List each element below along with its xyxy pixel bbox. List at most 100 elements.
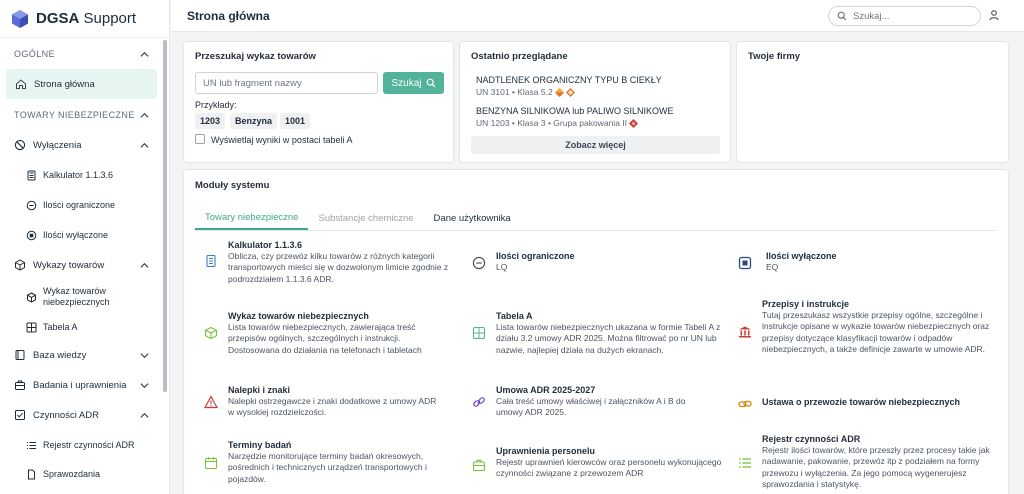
sidebar-item-exemptions[interactable]: Wyłączenia xyxy=(0,130,169,160)
goods-search-card: Przeszukaj wykaz towarów Szukaj Przykład… xyxy=(183,41,454,163)
hazard-diamond-icon xyxy=(554,87,564,97)
recent-item-meta: UN 3101 • Klasa 5.2 xyxy=(476,87,575,97)
examples-label: Przykłady: xyxy=(195,100,237,110)
logo-icon xyxy=(12,9,28,28)
calendar-icon xyxy=(204,457,218,470)
list-icon xyxy=(27,441,36,449)
module-table-a[interactable]: Tabela A Lista towarów niebezpiecznych u… xyxy=(472,311,727,361)
sidebar-item-label: Tabela A xyxy=(43,322,78,332)
tab-user-data[interactable]: Dane użytkownika xyxy=(424,206,521,230)
example-chip[interactable]: 1001 xyxy=(280,113,311,129)
chevron-up-icon xyxy=(140,112,149,118)
section-dangerous-goods[interactable]: TOWARY NIEBEZPIECZNE xyxy=(0,100,169,130)
card-title: Moduły systemu xyxy=(195,180,270,191)
recent-item-name[interactable]: BENZYNA SILNIKOWA lub PALIWO SILNIKOWE xyxy=(476,106,674,116)
sidebar-item-limited-quantities[interactable]: Ilości ograniczone xyxy=(0,190,169,220)
module-excepted-quantities[interactable]: Ilości wyłączone EQ xyxy=(738,250,958,276)
chevron-down-icon xyxy=(140,382,149,388)
hazard-diamond-icon xyxy=(565,87,575,97)
recent-item-meta: UN 1203 • Klasa 3 • Grupa pakowania II xyxy=(476,118,639,128)
sidebar-item-label: Czynności ADR xyxy=(33,409,99,421)
calculator-icon xyxy=(206,254,216,268)
module-limited-quantities[interactable]: Ilości ograniczone LQ xyxy=(472,250,692,276)
sidebar-item-table-a[interactable]: Tabela A xyxy=(0,314,169,340)
tabs-divider xyxy=(195,230,997,231)
home-icon xyxy=(16,79,26,89)
module-adr-agreement[interactable]: Umowa ADR 2025-2027 Cała treść umowy wła… xyxy=(472,385,722,423)
module-desc: Rejestr ilości towarów, które przeszły p… xyxy=(762,445,990,490)
firms-card: Twoje firmy xyxy=(736,41,1009,163)
stop-square-icon xyxy=(738,256,752,270)
sidebar-item-label: Strona główna xyxy=(34,78,95,90)
example-chip[interactable]: 1203 xyxy=(195,113,226,129)
briefcase-icon xyxy=(15,380,25,390)
sidebar-item-dg-list[interactable]: Wykaz towarów niebezpiecznych xyxy=(0,280,169,314)
tab-chemical-substances[interactable]: Substancje chemiczne xyxy=(308,206,423,230)
sidebar-item-label: Wykaz towarów niebezpiecznych xyxy=(43,286,110,307)
box-icon xyxy=(27,291,36,303)
section-general-label: OGÓLNE xyxy=(14,49,55,59)
module-desc: Rejestr uprawnień kierowców oraz persone… xyxy=(496,457,722,479)
table-icon xyxy=(26,322,37,332)
search-icon xyxy=(426,78,435,88)
module-title: Przepisy i instrukcje xyxy=(762,299,850,309)
module-desc: Nalepki ostrzegawcze i znaki dodatkowe z… xyxy=(228,396,437,418)
example-chip[interactable]: Benzyna xyxy=(230,113,278,129)
module-title: Uprawnienia personelu xyxy=(496,446,596,456)
see-more-button[interactable]: Zobacz więcej xyxy=(471,136,720,154)
chevron-up-icon xyxy=(140,412,149,418)
sidebar-item-knowledge-base[interactable]: Baza wiedzy xyxy=(0,340,169,370)
module-labels[interactable]: Nalepki i znaki Nalepki ostrzegawcze i z… xyxy=(204,385,449,423)
modules-card: Moduły systemu Towary niebezpieczne Subs… xyxy=(183,169,1009,494)
sidebar-item-goods-lists[interactable]: Wykazy towarów xyxy=(0,250,169,280)
global-search-input[interactable] xyxy=(853,10,973,22)
sidebar-item-research[interactable]: Badania i uprawnienia xyxy=(0,370,169,400)
section-general[interactable]: OGÓLNE xyxy=(0,39,169,69)
sidebar-item-excepted-quantities[interactable]: Ilości wyłączone xyxy=(0,220,169,250)
module-title: Wykaz towarów niebezpiecznych xyxy=(228,311,369,321)
module-regulations[interactable]: Przepisy i instrukcje Tutaj przeszukasz … xyxy=(738,299,1003,371)
module-desc: EQ xyxy=(766,262,779,272)
tab-dangerous-goods[interactable]: Towary niebezpieczne xyxy=(195,206,309,230)
card-title: Przeszukaj wykaz towarów xyxy=(195,51,316,62)
sidebar-item-home[interactable]: Strona główna xyxy=(6,69,157,99)
sidebar-item-label: Kalkulator 1.1.3.6 xyxy=(43,170,114,180)
module-title: Ustawa o przewozie towarów niebezpieczny… xyxy=(762,397,961,407)
sidebar-item-adr-register[interactable]: Rejestr czynności ADR xyxy=(0,430,169,460)
recent-item-name[interactable]: NADTLENEK ORGANICZNY TYPU B CIEKŁY xyxy=(476,75,662,85)
sidebar-item-adr-activities[interactable]: Czynności ADR xyxy=(0,400,169,430)
goods-search-button[interactable]: Szukaj xyxy=(383,72,444,94)
sidebar-item-label: Ilości wyłączone xyxy=(43,230,109,240)
module-dg-act[interactable]: Ustawa o przewozie towarów niebezpieczny… xyxy=(738,395,1003,413)
minus-circle-icon xyxy=(472,256,486,270)
module-adr-register[interactable]: Rejestr czynności ADR Rejestr ilości tow… xyxy=(738,434,1003,494)
global-search[interactable] xyxy=(828,6,981,26)
hazard-diamond-icon xyxy=(629,118,639,128)
user-icon[interactable] xyxy=(988,9,1000,21)
table-a-checkbox[interactable] xyxy=(195,134,205,144)
stop-circle-icon xyxy=(26,230,37,240)
module-title: Rejestr czynności ADR xyxy=(762,434,861,444)
module-inspections[interactable]: Terminy badań Narzędzie monitorujące ter… xyxy=(204,440,449,490)
card-title: Twoje firmy xyxy=(748,51,801,62)
module-dg-list[interactable]: Wykaz towarów niebezpiecznych Lista towa… xyxy=(204,311,449,361)
table-a-checkbox-label: Wyświetlaj wyniki w postaci tabeli A xyxy=(211,135,353,145)
sidebar-item-label: Wykazy towarów xyxy=(33,259,105,271)
top-header: Strona główna xyxy=(171,0,1024,32)
sidebar-item-label: Ilości ograniczone xyxy=(43,200,116,210)
recent-card: Ostatnio przeglądane NADTLENEK ORGANICZN… xyxy=(459,41,731,163)
app-logo[interactable]: DGSA Support xyxy=(0,0,169,38)
recent-item-meta-text: UN 3101 • Klasa 5.2 xyxy=(476,87,553,97)
card-title: Ostatnio przeglądane xyxy=(471,51,568,62)
module-desc: Narzędzie monitorujące terminy badań okr… xyxy=(228,451,427,484)
goods-search-input[interactable] xyxy=(195,72,378,94)
checklist-icon xyxy=(15,410,25,420)
search-icon xyxy=(837,11,847,21)
sidebar-item-reports[interactable]: Sprawozdania xyxy=(0,460,169,488)
module-personnel[interactable]: Uprawnienia personelu Rejestr uprawnień … xyxy=(472,446,722,486)
module-calculator[interactable]: Kalkulator 1.1.3.6 Oblicza, czy przewóz … xyxy=(204,240,449,288)
sidebar-item-calculator[interactable]: Kalkulator 1.1.3.6 xyxy=(0,160,169,190)
minus-circle-icon xyxy=(26,200,37,210)
module-title: Ilości wyłączone xyxy=(766,251,837,261)
sidebar: DGSA Support OGÓLNE Strona główna TOWARY… xyxy=(0,0,170,494)
